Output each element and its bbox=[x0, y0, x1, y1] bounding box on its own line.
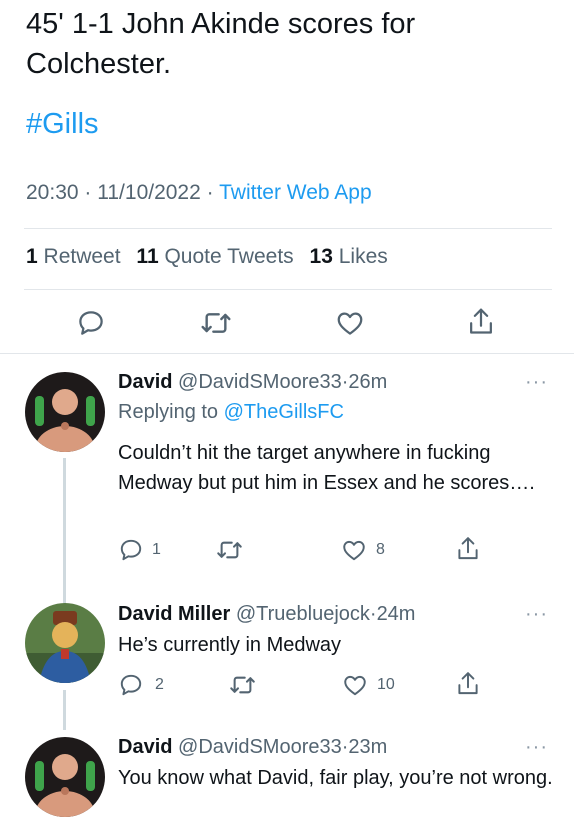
reply-header: David Miller @Truebluejock·24m bbox=[118, 603, 415, 626]
share-icon[interactable] bbox=[466, 306, 496, 338]
reply-header: David @DavidSMoore33·26m bbox=[118, 371, 387, 394]
divider bbox=[0, 353, 574, 354]
author-handle[interactable]: @Truebluejock bbox=[236, 603, 370, 625]
like-count: 8 bbox=[376, 541, 385, 558]
replying-to: Replying to @TheGillsFC bbox=[118, 401, 344, 423]
reply-age: 26m bbox=[348, 371, 388, 393]
tweet-text: 45' 1-1 John Akinde scores for Colcheste… bbox=[26, 8, 416, 80]
meta-separator: · bbox=[206, 181, 214, 204]
meta-separator: · bbox=[369, 603, 377, 625]
tweet-source[interactable]: Twitter Web App bbox=[219, 181, 372, 204]
thread-line bbox=[63, 458, 66, 606]
author-name[interactable]: David bbox=[118, 736, 172, 758]
likes-stat[interactable]: 13 Likes bbox=[310, 245, 388, 268]
author-handle[interactable]: @DavidSMoore33 bbox=[178, 371, 342, 393]
reply-icon[interactable] bbox=[118, 672, 144, 698]
retweets-stat[interactable]: 1 Retweet bbox=[26, 245, 121, 268]
divider bbox=[24, 289, 552, 290]
heart-icon[interactable] bbox=[335, 308, 365, 338]
avatar[interactable] bbox=[25, 372, 105, 452]
retweet-icon[interactable] bbox=[229, 672, 256, 698]
retweet-icon[interactable] bbox=[200, 308, 232, 338]
author-handle[interactable]: @DavidSMoore33 bbox=[178, 736, 342, 758]
heart-icon[interactable] bbox=[342, 672, 368, 698]
reply-age: 24m bbox=[376, 603, 416, 625]
reply-icon[interactable] bbox=[118, 537, 144, 563]
reply-text: Couldn’t hit the target anywhere in fuck… bbox=[118, 442, 535, 494]
share-icon[interactable] bbox=[455, 670, 481, 698]
retweet-icon[interactable] bbox=[216, 537, 243, 563]
more-icon[interactable]: ··· bbox=[525, 371, 548, 394]
reply-count: 1 bbox=[152, 541, 161, 558]
reply-header: David @DavidSMoore33·23m bbox=[118, 736, 387, 759]
tweet-meta: 20:30 · 11/10/2022 · Twitter Web App bbox=[26, 181, 372, 205]
like-count: 10 bbox=[377, 676, 395, 693]
avatar[interactable] bbox=[25, 737, 105, 817]
reply-count: 2 bbox=[155, 676, 164, 693]
replying-handle[interactable]: @TheGillsFC bbox=[224, 401, 344, 423]
tweet-date: 11/10/2022 bbox=[97, 181, 201, 204]
hashtag-link[interactable]: #Gills bbox=[26, 104, 99, 144]
more-icon[interactable]: ··· bbox=[525, 603, 548, 626]
heart-icon[interactable] bbox=[341, 537, 367, 563]
reply-text: You know what David, fair play, you’re n… bbox=[118, 767, 553, 789]
reply-icon[interactable] bbox=[76, 308, 106, 338]
avatar[interactable] bbox=[25, 603, 105, 683]
meta-separator: · bbox=[84, 181, 92, 204]
thread-line bbox=[63, 690, 66, 730]
more-icon[interactable]: ··· bbox=[525, 736, 548, 759]
reply-text: He’s currently in Medway bbox=[118, 634, 342, 656]
divider bbox=[24, 228, 552, 229]
quote-tweets-stat[interactable]: 11 Quote Tweets bbox=[136, 245, 293, 268]
author-name[interactable]: David bbox=[118, 371, 172, 393]
share-icon[interactable] bbox=[455, 535, 481, 563]
tweet-stats: 1 Retweet 11 Quote Tweets 13 Likes bbox=[26, 245, 388, 269]
reply-age: 23m bbox=[348, 736, 388, 758]
tweet-time: 20:30 bbox=[26, 181, 79, 204]
author-name[interactable]: David Miller bbox=[118, 603, 230, 625]
